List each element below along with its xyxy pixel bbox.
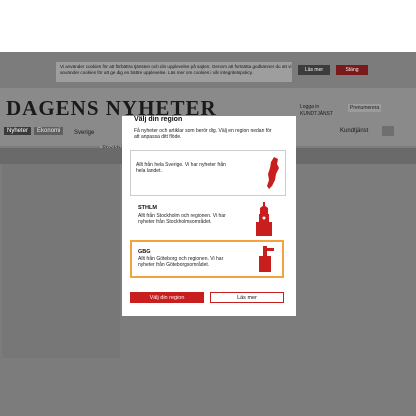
region-card-text: Allt från hela Sverige. Vi har nyheter f… bbox=[136, 162, 226, 174]
select-region-button[interactable]: Välj din region bbox=[130, 292, 204, 303]
read-more-button[interactable]: Läs mer bbox=[210, 292, 284, 303]
nav-tab-0[interactable]: Nyheter bbox=[4, 127, 32, 135]
header-account-text[interactable]: Logga in KUNDTJÄNST bbox=[300, 104, 333, 118]
sthlm-text: Allt från Stockholm och regionen. Vi har… bbox=[138, 213, 226, 225]
city-hall-icon bbox=[256, 202, 272, 236]
gbg-title: GBG bbox=[138, 249, 151, 255]
menu-button[interactable] bbox=[382, 126, 394, 136]
cookie-read-more-button[interactable]: Läs mer bbox=[298, 65, 330, 75]
site-nav: Nyheter Ekonomi bbox=[4, 127, 64, 135]
cookie-text: Vi använder cookies för att förbättra tj… bbox=[60, 64, 292, 75]
ad-placeholder bbox=[2, 164, 120, 358]
sthlm-title: STHLM bbox=[138, 205, 157, 211]
gbg-text: Allt från Göteborg och regionen. Vi har … bbox=[138, 256, 224, 268]
crane-icon bbox=[259, 246, 274, 272]
cookie-close-button[interactable]: Stäng bbox=[336, 65, 368, 75]
section-link[interactable]: Sverige bbox=[74, 130, 94, 136]
customer-service-link[interactable]: Kundtjänst bbox=[340, 128, 368, 134]
popup-intro: Få nyheter och artiklar som berör dig. V… bbox=[134, 128, 272, 140]
sweden-map-icon bbox=[267, 157, 279, 189]
nav-tab-1[interactable]: Ekonomi bbox=[34, 127, 64, 135]
popup-heading: Välj din region bbox=[134, 116, 183, 123]
subscribe-button[interactable]: Prenumerera bbox=[348, 104, 382, 112]
